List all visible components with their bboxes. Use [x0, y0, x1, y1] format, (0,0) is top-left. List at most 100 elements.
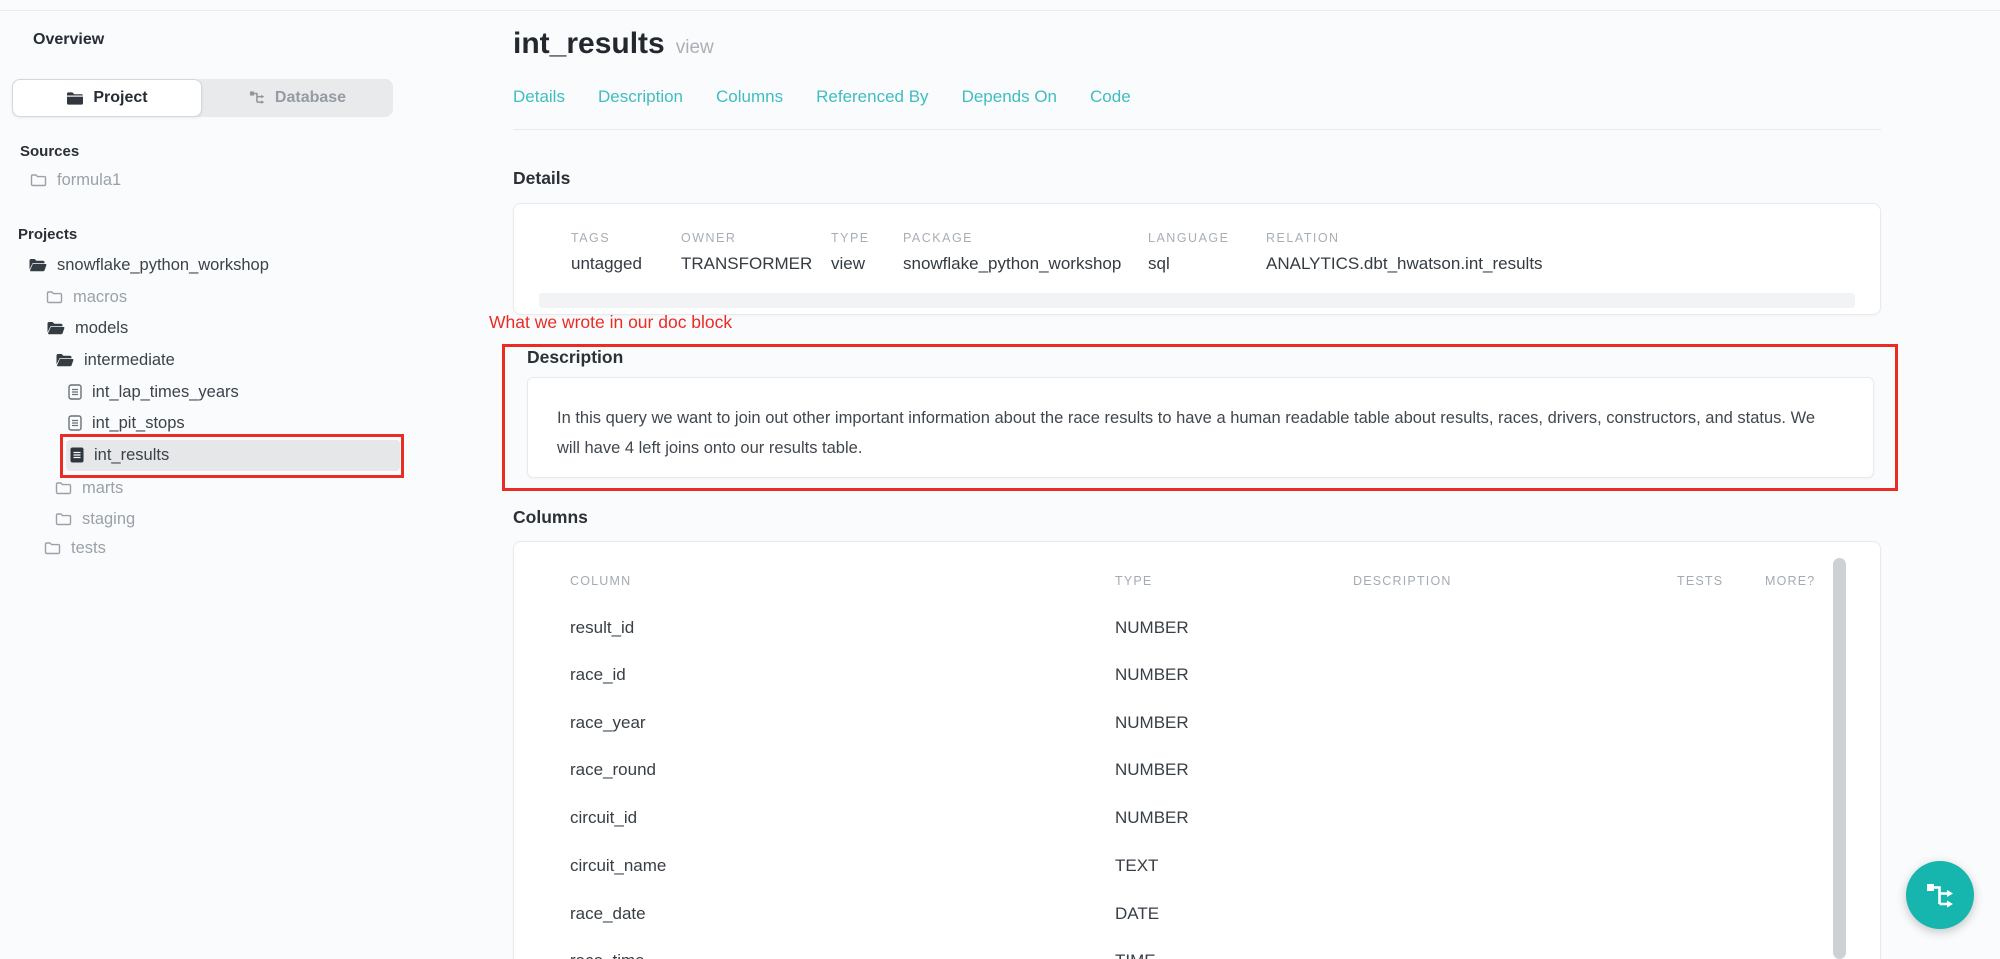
folder-closed-icon: [46, 290, 63, 304]
description-text: In this query we want to join out other …: [528, 378, 1858, 463]
table-row-result-id[interactable]: result_id NUMBER: [570, 618, 1810, 642]
column-name: circuit_name: [570, 856, 1115, 880]
folder-open-icon: [28, 258, 47, 273]
table-row-circuit-id[interactable]: circuit_id NUMBER: [570, 808, 1810, 832]
sidebar-item-int-pit-stops[interactable]: int_pit_stops: [68, 409, 185, 437]
folder-open-icon: [46, 321, 65, 336]
top-divider: [0, 10, 2000, 11]
tab-depends-on[interactable]: Depends On: [962, 87, 1057, 107]
field-value: sql: [1148, 254, 1229, 274]
projects-heading: Projects: [18, 226, 77, 243]
col-header-more: MORE?: [1765, 574, 1815, 588]
sidebar-item-macros[interactable]: macros: [46, 283, 127, 311]
table-row-race-round[interactable]: race_round NUMBER: [570, 760, 1810, 784]
folder-closed-icon: [55, 481, 72, 495]
sources-heading: Sources: [20, 143, 79, 160]
folder-closed-icon: [44, 541, 61, 555]
tab-database-label: Database: [275, 89, 346, 107]
table-row-race-date[interactable]: race_date DATE: [570, 904, 1810, 928]
field-value: view: [831, 254, 870, 274]
tree-item-label: int_results: [94, 446, 169, 465]
model-nav-tabs: Details Description Columns Referenced B…: [513, 87, 1131, 107]
tree-item-label: int_pit_stops: [92, 414, 185, 433]
column-name: race_round: [570, 760, 1115, 784]
col-header-type: TYPE: [1115, 574, 1152, 588]
column-name: result_id: [570, 618, 1115, 642]
detail-field-tags: TAGS untagged: [571, 231, 642, 274]
tree-item-label: models: [75, 319, 128, 338]
sidebar-item-models[interactable]: models: [46, 314, 128, 342]
column-type: TIME: [1115, 951, 1353, 959]
tab-details[interactable]: Details: [513, 87, 565, 107]
field-label: TYPE: [831, 231, 870, 245]
table-row-race-id[interactable]: race_id NUMBER: [570, 665, 1810, 689]
column-name: race_date: [570, 904, 1115, 928]
detail-field-package: PACKAGE snowflake_python_workshop: [903, 231, 1121, 274]
detail-field-owner: OWNER TRANSFORMER: [681, 231, 812, 274]
tree-item-label: macros: [73, 288, 127, 307]
tree-item-label: staging: [82, 510, 135, 529]
col-header-description: DESCRIPTION: [1353, 574, 1452, 588]
column-type: NUMBER: [1115, 665, 1353, 689]
column-type: NUMBER: [1115, 713, 1353, 737]
col-header-column: COLUMN: [570, 574, 631, 588]
field-value: ANALYTICS.dbt_hwatson.int_results: [1266, 254, 1543, 274]
columns-card: [513, 541, 1881, 959]
tree-item-label: snowflake_python_workshop: [57, 256, 269, 275]
description-heading: Description: [527, 347, 623, 368]
tab-referenced-by[interactable]: Referenced By: [816, 87, 928, 107]
field-label: RELATION: [1266, 231, 1543, 245]
sidebar-item-int-lap-times-years[interactable]: int_lap_times_years: [68, 378, 239, 406]
field-value: untagged: [571, 254, 642, 274]
detail-field-relation: RELATION ANALYTICS.dbt_hwatson.int_resul…: [1266, 231, 1543, 274]
detail-field-language: LANGUAGE sql: [1148, 231, 1229, 274]
folder-closed-icon: [30, 173, 47, 187]
tab-database[interactable]: Database: [202, 79, 393, 117]
details-heading: Details: [513, 168, 570, 189]
field-label: TAGS: [571, 231, 642, 245]
details-expander-strip[interactable]: [539, 293, 1855, 308]
sidebar-item-snowflake-python-workshop[interactable]: snowflake_python_workshop: [28, 251, 269, 279]
tabs-divider: [513, 129, 1881, 130]
sidebar-item-intermediate[interactable]: intermediate: [55, 346, 175, 374]
sidebar-item-staging[interactable]: staging: [55, 505, 135, 533]
tab-description[interactable]: Description: [598, 87, 683, 107]
field-label: LANGUAGE: [1148, 231, 1229, 245]
file-icon: [68, 415, 82, 431]
column-type: NUMBER: [1115, 618, 1353, 642]
tree-item-label: intermediate: [84, 351, 175, 370]
file-icon: [68, 384, 82, 400]
lineage-icon: [1924, 880, 1956, 910]
tab-project-label: Project: [93, 89, 147, 107]
folder-closed-icon: [55, 512, 72, 526]
field-label: OWNER: [681, 231, 812, 245]
sidebar-item-tests[interactable]: tests: [44, 534, 106, 562]
table-row-race-time[interactable]: race_time TIME: [570, 951, 1810, 959]
sidebar-item-formula1[interactable]: formula1: [30, 166, 121, 194]
annotation-text: What we wrote in our doc block: [489, 312, 732, 333]
folder-icon: [66, 91, 84, 106]
column-name: race_time: [570, 951, 1115, 959]
folder-open-icon: [55, 353, 74, 368]
column-name: circuit_id: [570, 808, 1115, 832]
tree-item-label: tests: [71, 539, 106, 558]
page-title: int_results: [513, 27, 665, 61]
details-card: TAGS untagged OWNER TRANSFORMER TYPE vie…: [513, 203, 1881, 315]
table-row-race-year[interactable]: race_year NUMBER: [570, 713, 1810, 737]
overview-heading: Overview: [33, 31, 104, 49]
tab-columns[interactable]: Columns: [716, 87, 783, 107]
sidebar-item-marts[interactable]: marts: [55, 474, 123, 502]
file-filled-icon: [70, 447, 84, 463]
column-type: NUMBER: [1115, 808, 1353, 832]
lineage-graph-button[interactable]: [1906, 861, 1974, 929]
field-value: TRANSFORMER: [681, 254, 812, 274]
table-row-circuit-name[interactable]: circuit_name TEXT: [570, 856, 1810, 880]
detail-field-type: TYPE view: [831, 231, 870, 274]
columns-heading: Columns: [513, 507, 588, 528]
table-scrollbar[interactable]: [1833, 558, 1846, 959]
column-type: DATE: [1115, 904, 1353, 928]
tab-project[interactable]: Project: [12, 79, 202, 117]
source-label: formula1: [57, 171, 121, 190]
sidebar-item-int-results[interactable]: int_results: [70, 441, 169, 469]
tab-code[interactable]: Code: [1090, 87, 1131, 107]
